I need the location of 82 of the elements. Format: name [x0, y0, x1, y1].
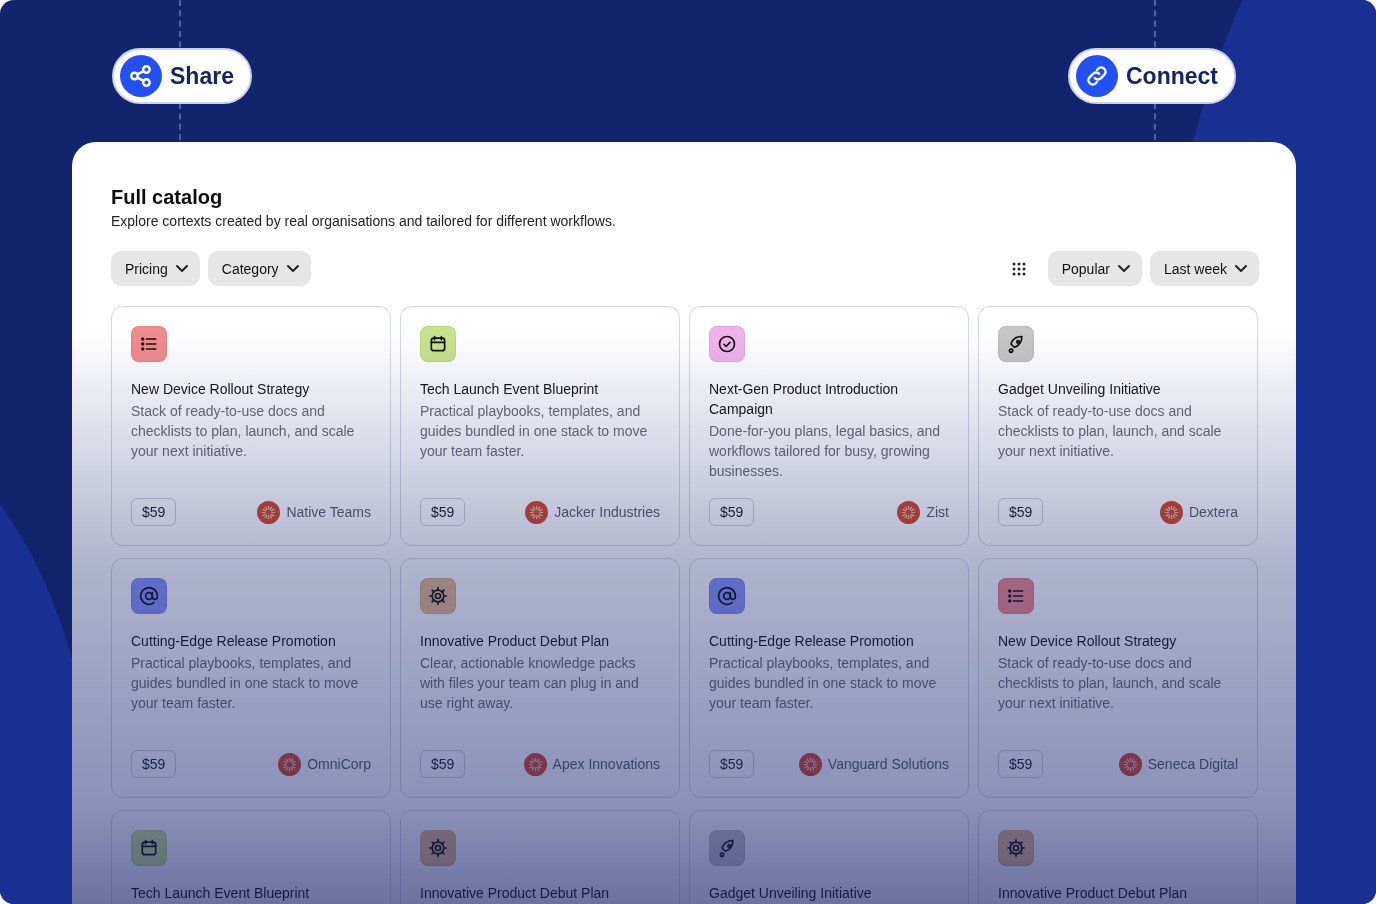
price-tag: $59 — [131, 750, 177, 778]
card-description: Practical playbooks, templates, and guides bundled in one stack to move your team faster. — [420, 402, 649, 461]
vendor-logo-icon — [523, 752, 547, 776]
vendor-name: Dextera — [1188, 504, 1238, 520]
card-title: Tech Launch Event Blueprint — [420, 380, 600, 399]
gear-icon — [1006, 838, 1026, 858]
chevron-down-icon — [1117, 265, 1130, 272]
catalog-card[interactable]: Cutting-Edge Release Promotion Practical playbooks, templates, and guides bundled in one stack to move your team faster. $59 OmniCorp — [111, 558, 391, 798]
price-tag: $59 — [709, 498, 755, 526]
share-button[interactable]: Share — [112, 48, 252, 104]
catalog-card[interactable]: New Device Rollout Strategy Stack of ready-to-use docs and checklists to plan, launch, and scale your next initiative. $59 Seneca Digital — [978, 558, 1258, 798]
catalog-card[interactable]: Gadget Unveiling Initiative Stack of ready-to-use docs and checklists to plan, launch, and scale your next initiative. $59 Dextera — [978, 306, 1258, 546]
card-description: Stack of ready-to-use docs and checklists to plan, launch, and scale your next initiative. — [998, 654, 1223, 713]
catalog-card[interactable]: Next-Gen Product Introduction Campaign Done-for-you plans, legal basics, and workflows tailored for busy, growing businesses. $59 Zist — [689, 306, 969, 546]
filter-dropdown[interactable]: Pricing — [111, 251, 200, 286]
card-description: Practical playbooks, templates, and guides bundled in one stack to move your team faster. — [709, 654, 938, 713]
card-title: Next-Gen Product Introduction Campaign — [709, 380, 900, 419]
catalog-card[interactable]: Cutting-Edge Release Promotion Practical playbooks, templates, and guides bundled in one stack to move your team faster. $59 Vanguard Solutions — [689, 558, 969, 798]
card-title: Cutting-Edge Release Promotion — [709, 632, 915, 651]
connect-button[interactable]: Connect — [1068, 48, 1236, 104]
card-description: Stack of ready-to-use docs and checklists to plan, launch, and scale your next initiative. — [998, 402, 1223, 461]
catalog-card[interactable]: Innovative Product Debut Plan — [400, 810, 680, 904]
card-description: Clear, actionable knowledge packs with files your team can plug in and use right away. — [420, 654, 640, 713]
price-tag: $59 — [131, 498, 177, 526]
rocket-icon — [1006, 334, 1026, 354]
sort-dropdown[interactable]: Last week — [1149, 251, 1259, 286]
vendor-name: OmniCorp — [307, 756, 371, 772]
card-title: Innovative Product Debut Plan — [420, 632, 611, 651]
chevron-down-icon — [1235, 265, 1247, 272]
vendor-logo-icon — [897, 500, 921, 524]
price-tag: $59 — [420, 750, 466, 778]
link-icon — [1084, 63, 1110, 89]
chevron-down-icon — [175, 265, 188, 272]
catalog-card[interactable]: Innovative Product Debut Plan — [978, 810, 1258, 904]
card-title: New Device Rollout Strategy — [998, 632, 1178, 651]
vendor-name: Vanguard Solutions — [827, 756, 949, 772]
vendor-logo-icon — [798, 752, 822, 776]
vendor-name: Apex Innovations — [552, 756, 660, 772]
card-description: Done-for-you plans, legal basics, and workflows tailored for busy, growing businesses. — [709, 422, 942, 481]
at-sign-icon — [139, 586, 159, 606]
card-title: Innovative Product Debut Plan — [420, 884, 611, 903]
calendar-icon — [428, 334, 448, 354]
card-title: Tech Launch Event Blueprint — [131, 884, 311, 903]
catalog-card[interactable]: Gadget Unveiling Initiative — [689, 810, 969, 904]
vendor-name: Seneca Digital — [1147, 756, 1238, 772]
catalog-title: Full catalog — [111, 186, 224, 209]
catalog-card[interactable]: New Device Rollout Strategy Stack of ready-to-use docs and checklists to plan, launch, and scale your next initiative. $59 Native Teams — [111, 306, 391, 546]
vendor-logo-icon — [278, 752, 302, 776]
list-icon — [1006, 586, 1026, 606]
vendor-logo-icon — [525, 500, 549, 524]
catalog-card[interactable]: Tech Launch Event Blueprint Practical playbooks, templates, and guides bundled in one stack to move your team faster. $59 Jacker Industries — [400, 306, 680, 546]
vendor-name: Native Teams — [286, 504, 371, 520]
list-icon — [139, 334, 159, 354]
card-title: Gadget Unveiling Initiative — [709, 884, 873, 903]
price-tag: $59 — [998, 498, 1044, 526]
card-title: Gadget Unveiling Initiative — [998, 380, 1162, 399]
calendar-icon — [139, 838, 159, 858]
gear-icon — [428, 586, 448, 606]
vendor-logo-icon — [1159, 500, 1183, 524]
price-tag: $59 — [420, 498, 466, 526]
price-tag: $59 — [998, 750, 1044, 778]
vendor-name: Jacker Industries — [554, 504, 660, 520]
rocket-icon — [717, 838, 737, 858]
card-title: New Device Rollout Strategy — [131, 380, 311, 399]
catalog-subtitle: Explore cortexts created by real organisations and tailored for different workflows. — [111, 213, 617, 229]
price-tag: $59 — [709, 750, 755, 778]
chevron-down-icon — [286, 265, 299, 272]
vendor-logo-icon — [1118, 752, 1142, 776]
card-title: Cutting-Edge Release Promotion — [131, 632, 337, 651]
filter-dropdown[interactable]: Category — [207, 251, 311, 286]
card-description: Stack of ready-to-use docs and checklists to plan, launch, and scale your next initiative. — [131, 402, 356, 461]
card-description: Practical playbooks, templates, and guides bundled in one stack to move your team faster. — [131, 654, 360, 713]
check-circle-icon — [717, 334, 737, 354]
sort-dropdown[interactable]: Popular — [1047, 251, 1142, 286]
vendor-name: Zist — [926, 504, 949, 520]
catalog-card[interactable]: Tech Launch Event Blueprint — [111, 810, 391, 904]
vendor-logo-icon — [257, 500, 281, 524]
catalog-card[interactable]: Innovative Product Debut Plan Clear, actionable knowledge packs with files your team can plug in and use right away. $59 Apex Innovations — [400, 558, 680, 798]
share-icon — [128, 63, 154, 89]
gear-icon — [428, 838, 448, 858]
at-sign-icon — [717, 586, 737, 606]
card-title: Innovative Product Debut Plan — [998, 884, 1189, 903]
